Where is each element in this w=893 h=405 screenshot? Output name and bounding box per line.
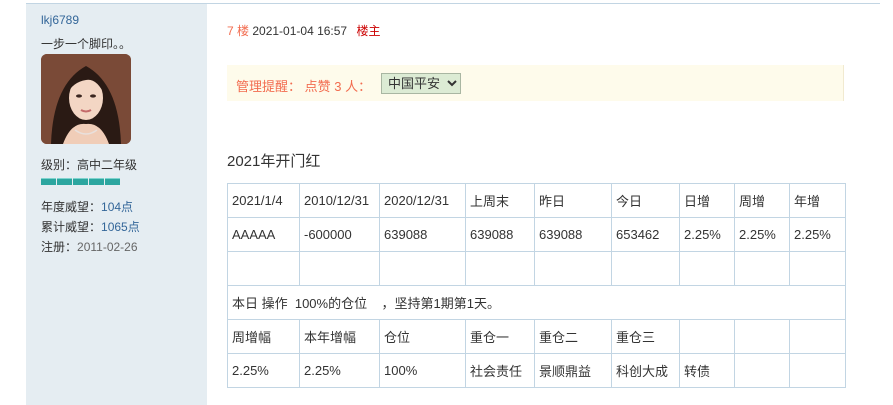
table-row: AAAAA -600000 639088 639088 639088 65346… xyxy=(227,217,846,252)
table-cell: 2.25% xyxy=(734,217,790,252)
table-cell: 转债 xyxy=(679,353,735,388)
likers-select[interactable]: 中国平安 xyxy=(381,73,461,94)
table-cell: 2021/1/4 xyxy=(227,183,300,218)
table-cell xyxy=(734,251,790,286)
post-title: 2021年开门红 xyxy=(227,153,321,170)
table-cell xyxy=(534,251,612,286)
admin-notice: 管理提醒： 点赞 3 人： 中国平安 xyxy=(227,65,844,101)
table-cell: 上周末 xyxy=(465,183,535,218)
table-cell: 景顺鼎益 xyxy=(534,353,612,388)
table-cell: 2.25% xyxy=(299,353,380,388)
table-cell: 仓位 xyxy=(379,319,466,354)
table-row xyxy=(227,251,846,286)
table-cell: 周增 xyxy=(734,183,790,218)
table-cell: 今日 xyxy=(611,183,680,218)
table-cell xyxy=(465,251,535,286)
level-bar xyxy=(105,178,120,185)
data-table: 2021/1/4 2010/12/31 2020/12/31 上周末 昨日 今日… xyxy=(227,183,846,388)
table-row: 2021/1/4 2010/12/31 2020/12/31 上周末 昨日 今日… xyxy=(227,183,846,218)
stat-total-prestige: 累计威望：1065点 xyxy=(41,218,140,235)
post-datetime: 2021-01-04 16:57 xyxy=(252,24,348,38)
table-cell: 本年增幅 xyxy=(299,319,380,354)
table-cell: 639088 xyxy=(465,217,535,252)
table-cell xyxy=(299,251,380,286)
table-row: 周增幅 本年增幅 仓位 重仓一 重仓二 重仓三 xyxy=(227,319,846,354)
table-cell xyxy=(789,251,846,286)
level-value: 高中二年级 xyxy=(77,158,138,172)
table-cell xyxy=(734,319,790,354)
table-cell xyxy=(379,251,466,286)
level-bar xyxy=(57,178,72,185)
table-cell: 2.25% xyxy=(679,217,735,252)
table-cell: 科创大成 xyxy=(611,353,680,388)
table-cell xyxy=(789,353,846,388)
level-bars xyxy=(41,178,120,185)
stat-label: 注册： xyxy=(41,240,78,254)
table-cell xyxy=(227,251,300,286)
table-cell: 重仓一 xyxy=(465,319,535,354)
avatar-image xyxy=(41,54,131,144)
stat-value: 104点 xyxy=(101,200,134,214)
owner-tag[interactable]: 楼主 xyxy=(356,24,380,38)
table-cell: 重仓三 xyxy=(611,319,680,354)
operation-cell: 本日 操作 100%的仓位 ，坚持第1期第1天。 xyxy=(227,285,846,320)
table-cell xyxy=(679,319,735,354)
table-cell: 周增幅 xyxy=(227,319,300,354)
table-cell: 昨日 xyxy=(534,183,612,218)
level-label: 级别： xyxy=(41,158,78,172)
stat-annual-prestige: 年度威望：104点 xyxy=(41,198,133,215)
table-cell: 年增 xyxy=(789,183,846,218)
user-level: 级别：高中二年级 xyxy=(41,156,137,173)
stat-label: 年度威望： xyxy=(41,200,102,214)
notice-text: 管理提醒： 点赞 3 人： xyxy=(236,79,372,94)
post-meta: 7 楼 2021-01-04 16:57 楼主 xyxy=(227,22,380,39)
stat-register-date: 注册：2011-02-26 xyxy=(41,238,138,255)
table-cell xyxy=(734,353,790,388)
table-cell: 2.25% xyxy=(227,353,300,388)
table-cell: 639088 xyxy=(379,217,466,252)
floor-number[interactable]: 7 楼 xyxy=(227,24,249,38)
table-cell xyxy=(611,251,680,286)
table-cell: 639088 xyxy=(534,217,612,252)
table-row: 2.25% 2.25% 100% 社会责任 景顺鼎益 科创大成 转债 xyxy=(227,353,846,388)
stat-label: 累计威望： xyxy=(41,220,102,234)
table-cell: 2020/12/31 xyxy=(379,183,466,218)
avatar[interactable] xyxy=(41,54,131,144)
stat-value: 1065点 xyxy=(101,220,140,234)
table-row: 本日 操作 100%的仓位 ，坚持第1期第1天。 xyxy=(227,285,846,320)
username-link[interactable]: lkj6789 xyxy=(41,13,79,27)
table-cell: -600000 xyxy=(299,217,380,252)
table-cell: 100% xyxy=(379,353,466,388)
user-motto: 一步一个脚印。。 xyxy=(41,37,132,51)
table-cell: 2.25% xyxy=(789,217,846,252)
table-cell xyxy=(679,251,735,286)
table-cell: 日增 xyxy=(679,183,735,218)
level-bar xyxy=(89,178,104,185)
table-cell: 2010/12/31 xyxy=(299,183,380,218)
table-cell: 653462 xyxy=(611,217,680,252)
table-cell: 社会责任 xyxy=(465,353,535,388)
level-bar xyxy=(41,178,56,185)
level-bar xyxy=(73,178,88,185)
stat-value: 2011-02-26 xyxy=(77,240,138,254)
table-cell: AAAAA xyxy=(227,217,300,252)
table-cell: 重仓二 xyxy=(534,319,612,354)
table-cell xyxy=(789,319,846,354)
